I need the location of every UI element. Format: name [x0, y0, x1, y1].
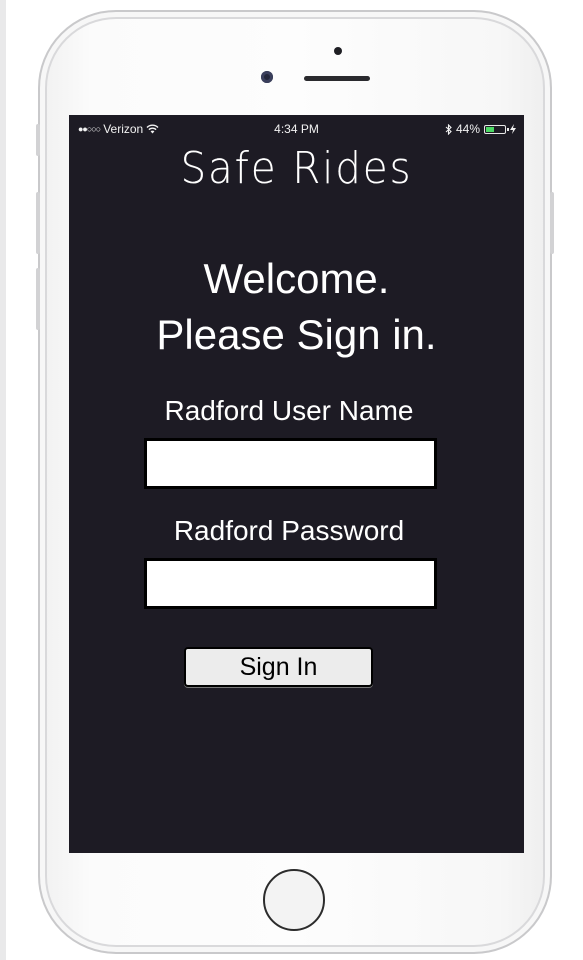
battery-percent: 44%	[455, 122, 480, 136]
charging-bolt-icon	[510, 124, 516, 134]
earpiece-speaker	[304, 76, 370, 81]
volume-down-button	[36, 268, 40, 330]
battery-level-fill	[486, 126, 494, 132]
username-label: Radford User Name	[164, 395, 414, 426]
welcome-message: Welcome. Please Sign in.	[69, 251, 524, 363]
battery-tip	[507, 127, 509, 131]
front-camera	[261, 71, 273, 83]
home-button[interactable]	[263, 869, 325, 931]
proximity-sensor	[334, 47, 342, 55]
background-strip	[0, 0, 6, 960]
username-input[interactable]	[144, 438, 437, 489]
phone-screen: ●●○○○ Verizon 4:34 PM 44% Safe Rides Wel…	[69, 115, 524, 853]
power-button	[550, 192, 554, 254]
status-right: 44%	[445, 122, 516, 136]
sign-in-button[interactable]: Sign In	[184, 647, 373, 687]
volume-up-button	[36, 192, 40, 254]
status-bar: ●●○○○ Verizon 4:34 PM 44%	[69, 115, 524, 141]
bluetooth-icon	[445, 123, 452, 135]
welcome-line-1: Welcome.	[203, 255, 390, 302]
password-input[interactable]	[144, 558, 437, 609]
password-label: Radford Password	[173, 515, 405, 546]
app-title: Safe Rides	[180, 143, 413, 194]
battery-icon	[484, 124, 509, 134]
welcome-line-2: Please Sign in.	[156, 311, 437, 358]
mute-switch	[36, 124, 40, 156]
